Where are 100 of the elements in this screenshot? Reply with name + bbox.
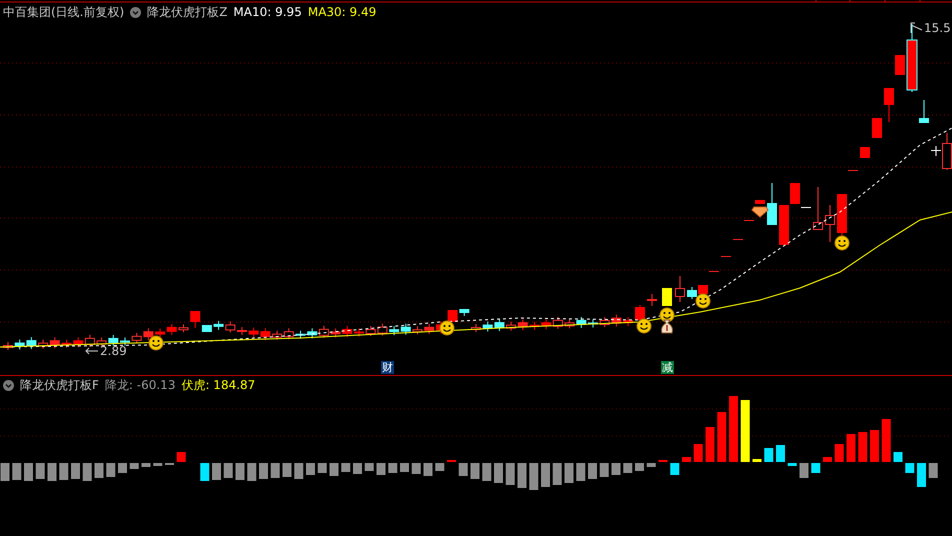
candlestick [354,328,364,337]
candlestick [721,256,731,257]
histogram-bar [388,463,398,473]
histogram-bar [882,419,891,462]
candlestick [296,330,306,340]
candlestick [813,186,823,230]
histogram-bar [800,463,808,478]
histogram-bar [341,463,350,472]
histogram-bar [846,434,856,462]
histogram-bar [353,463,362,474]
histogram-bar [518,463,526,488]
candlestick [662,288,672,306]
candlestick [755,200,765,204]
candlestick [366,326,376,337]
histogram-bar [176,452,186,462]
dropdown-icon[interactable] [130,6,142,18]
smiley-icon [636,318,652,334]
candlestick [3,342,13,350]
candlestick [600,316,610,328]
dropdown-icon[interactable] [3,380,14,390]
histogram-bar [682,457,691,462]
histogram-bar [788,463,797,466]
candlestick [260,328,270,341]
candlestick [709,271,719,272]
candlestick [733,239,743,240]
histogram-bar [752,459,762,462]
histogram-bar [200,463,210,481]
histogram-bar [482,463,492,481]
candlestick [284,328,294,340]
candlestick [518,318,528,331]
candlestick [166,323,177,336]
histogram-bar [400,463,409,472]
event-marker[interactable]: 减 [661,361,674,374]
histogram-bar [635,463,644,471]
histogram-bar [612,463,620,475]
histogram-bar [12,463,22,480]
candlestick [471,324,481,332]
candlestick [84,334,95,348]
histogram-bar [376,463,386,475]
histogram-bar [811,463,820,473]
histogram-bar [506,463,515,485]
histogram-bar [71,463,80,479]
histogram-bar [458,463,468,476]
histogram-bar [294,463,304,479]
candlestick [143,328,154,341]
candlestick [155,328,166,338]
indicator-value: 降龙: -60.13 [104,376,176,394]
candlestick [494,318,504,332]
candlestick [120,337,130,346]
candlestick [860,147,870,158]
histogram-bar [106,463,116,477]
candlestick [307,328,318,339]
candlestick [225,320,236,333]
histogram-bar [576,463,586,481]
candlestick [635,304,645,322]
candlestick [530,321,540,330]
candlestick [848,170,858,171]
histogram-bar [776,445,785,462]
histogram-bar [706,427,714,462]
histogram-bar [917,463,926,487]
histogram-bar [858,432,868,462]
candlestick [400,323,411,336]
event-marker[interactable]: 财 [381,361,394,374]
histogram-bar [318,463,327,473]
histogram-bar [48,463,56,481]
candlestick [14,339,25,350]
smiley-icon [834,236,850,250]
histogram-bar [259,463,268,479]
candlestick [675,276,685,302]
histogram-bar [623,463,632,473]
histogram-bar [142,463,150,467]
candlestick [26,336,36,350]
candlestick [767,182,777,226]
histogram-bar [435,463,444,471]
candlestick [237,326,247,336]
histogram-bar [600,463,609,477]
smiley-icon [696,294,710,308]
histogram-bar [94,463,104,478]
candlestick [552,316,563,330]
candlestick [837,194,847,236]
histogram-bar [59,463,68,480]
candlestick [132,332,142,344]
histogram-bar [36,463,45,479]
candlestick [342,325,352,338]
candlestick [62,339,72,348]
stock-title: 中百集团(日线.前复权) [3,4,124,20]
histogram-bar [564,463,574,483]
candlestick [541,318,552,330]
histogram-bar [928,463,938,478]
candlestick [50,336,60,349]
histogram-bar [717,412,726,462]
low-price-label: 2.89 [100,344,127,358]
histogram-bar [823,457,832,462]
smiley-icon [440,320,454,336]
candlestick [895,55,905,75]
candlestick [73,336,84,348]
candlestick [623,316,634,327]
histogram-bar [224,463,233,478]
candlestick [272,330,282,340]
high-price-label: 15.5 [924,21,951,35]
